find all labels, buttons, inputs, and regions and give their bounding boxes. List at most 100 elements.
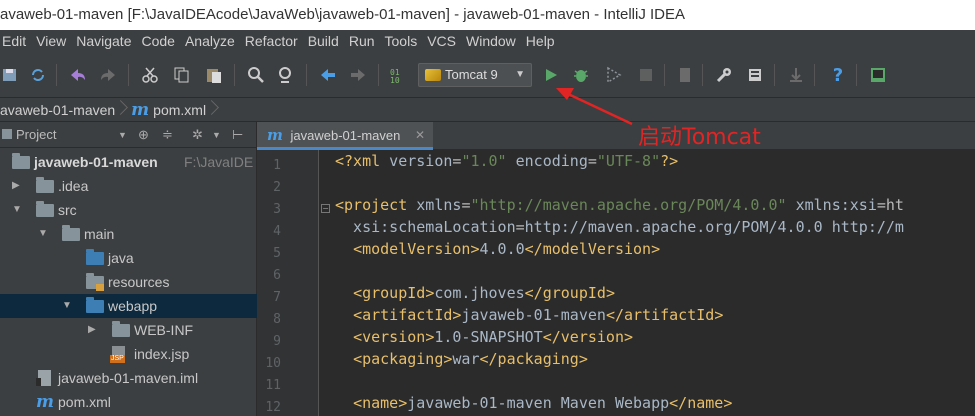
project-structure-icon[interactable] [676, 65, 696, 85]
fold-icon[interactable]: − [321, 204, 330, 213]
tree-item[interactable]: javaweb-01-maven.iml [0, 366, 257, 390]
code-line: <packaging>war</packaging> [353, 350, 588, 368]
menu-window[interactable]: Window [464, 30, 522, 52]
web-folder-icon [86, 297, 104, 313]
breadcrumb-project-label: avaweb-01-maven [0, 101, 116, 118]
tree-item[interactable]: javaweb-01-maven F:\JavaIDE [0, 150, 257, 174]
code-line: xsi:schemaLocation=http://maven.apache.o… [335, 218, 904, 236]
tree-item-path: F:\JavaIDE [184, 154, 254, 170]
toolbar-separator [774, 64, 775, 86]
source-folder-icon [86, 249, 104, 265]
menu-refactor[interactable]: Refactor [243, 30, 304, 52]
tree-item[interactable]: ▶ WEB-INF [0, 318, 257, 342]
line-number: 8 [273, 312, 281, 327]
find-icon[interactable] [246, 65, 266, 85]
menu-analyze[interactable]: Analyze [183, 30, 241, 52]
code-line: <?xml version="1.0" encoding="UTF-8"?> [335, 152, 679, 170]
chevron-down-icon[interactable]: ▼ [118, 130, 127, 140]
window-title: avaweb-01-maven [F:\JavaIDEAcode\JavaWeb… [0, 6, 686, 23]
jsp-badge-icon: JSP [110, 355, 125, 363]
paste-icon[interactable] [204, 65, 224, 85]
line-number: 12 [265, 400, 281, 415]
menu-vcs[interactable]: VCS [425, 30, 462, 52]
tree-item-label: javaweb-01-maven [34, 154, 158, 170]
chevron-down-icon[interactable]: ▼ [212, 130, 221, 140]
resources-badge-icon [96, 284, 104, 291]
replace-icon[interactable] [276, 65, 296, 85]
code-line: <project xmlns="http://maven.apache.org/… [335, 196, 904, 214]
tree-item-label: resources [108, 274, 170, 290]
terminal-icon[interactable] [868, 65, 888, 85]
code-line: <modelVersion>4.0.0</modelVersion> [353, 240, 661, 258]
tree-item[interactable]: ▼ src [0, 198, 257, 222]
tree-item-label: src [58, 202, 77, 218]
stop-icon[interactable] [636, 65, 656, 85]
expand-arrow-icon[interactable]: ▶ [12, 174, 20, 198]
cut-icon[interactable] [140, 65, 160, 85]
tree-item[interactable]: resources [0, 270, 257, 294]
tree-item-label: WEB-INF [134, 322, 194, 338]
collapse-arrow-icon[interactable]: ▼ [12, 198, 22, 222]
sdk-icon[interactable] [746, 65, 766, 85]
locate-icon[interactable]: ⊕ [138, 127, 149, 143]
menu-run[interactable]: Run [347, 30, 381, 52]
make-icon[interactable]: 01 10 [388, 65, 408, 85]
menu-navigate[interactable]: Navigate [74, 30, 137, 52]
collapse-arrow-icon[interactable]: ▼ [38, 222, 48, 246]
code-line: <artifactId>javaweb-01-maven</artifactId… [353, 306, 724, 324]
menu-view[interactable]: View [34, 30, 72, 52]
toolbar-separator [814, 64, 815, 86]
maven-icon: m [267, 126, 283, 144]
tree-item[interactable]: m pom.xml [0, 390, 257, 414]
run-configuration-selector[interactable]: Tomcat 9 ▼ [418, 63, 532, 87]
folder-icon [36, 177, 54, 193]
tree-item[interactable]: ▶ .idea [0, 174, 257, 198]
toolbar-separator [378, 64, 379, 86]
gear-icon[interactable]: ✲ [192, 127, 203, 143]
settings-icon[interactable] [714, 65, 734, 85]
hide-panel-icon[interactable]: ⊢ [232, 127, 243, 143]
editor-tab-label: javaweb-01-maven [290, 128, 401, 143]
line-number: 10 [265, 356, 281, 371]
folder-icon [62, 225, 80, 241]
sync-icon[interactable] [28, 65, 48, 85]
line-number-gutter: 1 2 3 4 5 6 7 8 9 10 11 12 − [257, 150, 330, 416]
help-icon[interactable]: ? [828, 65, 848, 86]
editor-tab-pom[interactable]: m javaweb-01-maven ✕ [257, 122, 433, 150]
close-icon[interactable]: ✕ [415, 122, 425, 148]
project-view-label[interactable]: Project [16, 127, 56, 142]
project-view-icon [2, 129, 12, 139]
undo-icon[interactable] [68, 65, 88, 85]
tree-item-label: pom.xml [58, 394, 111, 410]
tree-item-label: java [108, 250, 134, 266]
vcs-icon[interactable] [786, 65, 806, 85]
toolbar-separator [306, 64, 307, 86]
collapse-arrow-icon[interactable]: ▼ [62, 294, 72, 318]
tree-item[interactable]: ▼ main [0, 222, 257, 246]
breadcrumb-file[interactable]: m pom.xml [131, 98, 222, 122]
code-line: <name>javaweb-01-maven Maven Webapp</nam… [353, 394, 733, 412]
tree-item-selected[interactable]: ▼ webapp [0, 294, 257, 318]
forward-icon[interactable] [348, 65, 368, 85]
tree-item[interactable]: java [0, 246, 257, 270]
save-all-icon[interactable] [0, 65, 20, 85]
menu-build[interactable]: Build [306, 30, 345, 52]
menu-tools[interactable]: Tools [383, 30, 424, 52]
toolbar-separator [664, 64, 665, 86]
project-tool-window: Project ▼ ⊕ ≑ ✲ ▼ ⊢ javaweb-01-maven F:\… [0, 122, 257, 416]
menu-help[interactable]: Help [524, 30, 561, 52]
maven-icon: m [36, 392, 54, 412]
breadcrumb-project[interactable]: avaweb-01-maven [0, 98, 131, 122]
tree-item[interactable]: JSP index.jsp [0, 342, 257, 366]
code-editor[interactable]: <?xml version="1.0" encoding="UTF-8"?> <… [335, 150, 975, 416]
back-icon[interactable] [318, 65, 338, 85]
menu-code[interactable]: Code [139, 30, 180, 52]
menu-edit[interactable]: Edit [0, 30, 32, 52]
expand-arrow-icon[interactable]: ▶ [88, 318, 96, 342]
collapse-all-icon[interactable]: ≑ [162, 127, 173, 143]
debug-icon[interactable] [571, 65, 591, 85]
coverage-icon[interactable] [604, 65, 624, 85]
redo-icon[interactable] [98, 65, 118, 85]
copy-icon[interactable] [172, 65, 192, 85]
run-icon[interactable] [541, 65, 561, 85]
